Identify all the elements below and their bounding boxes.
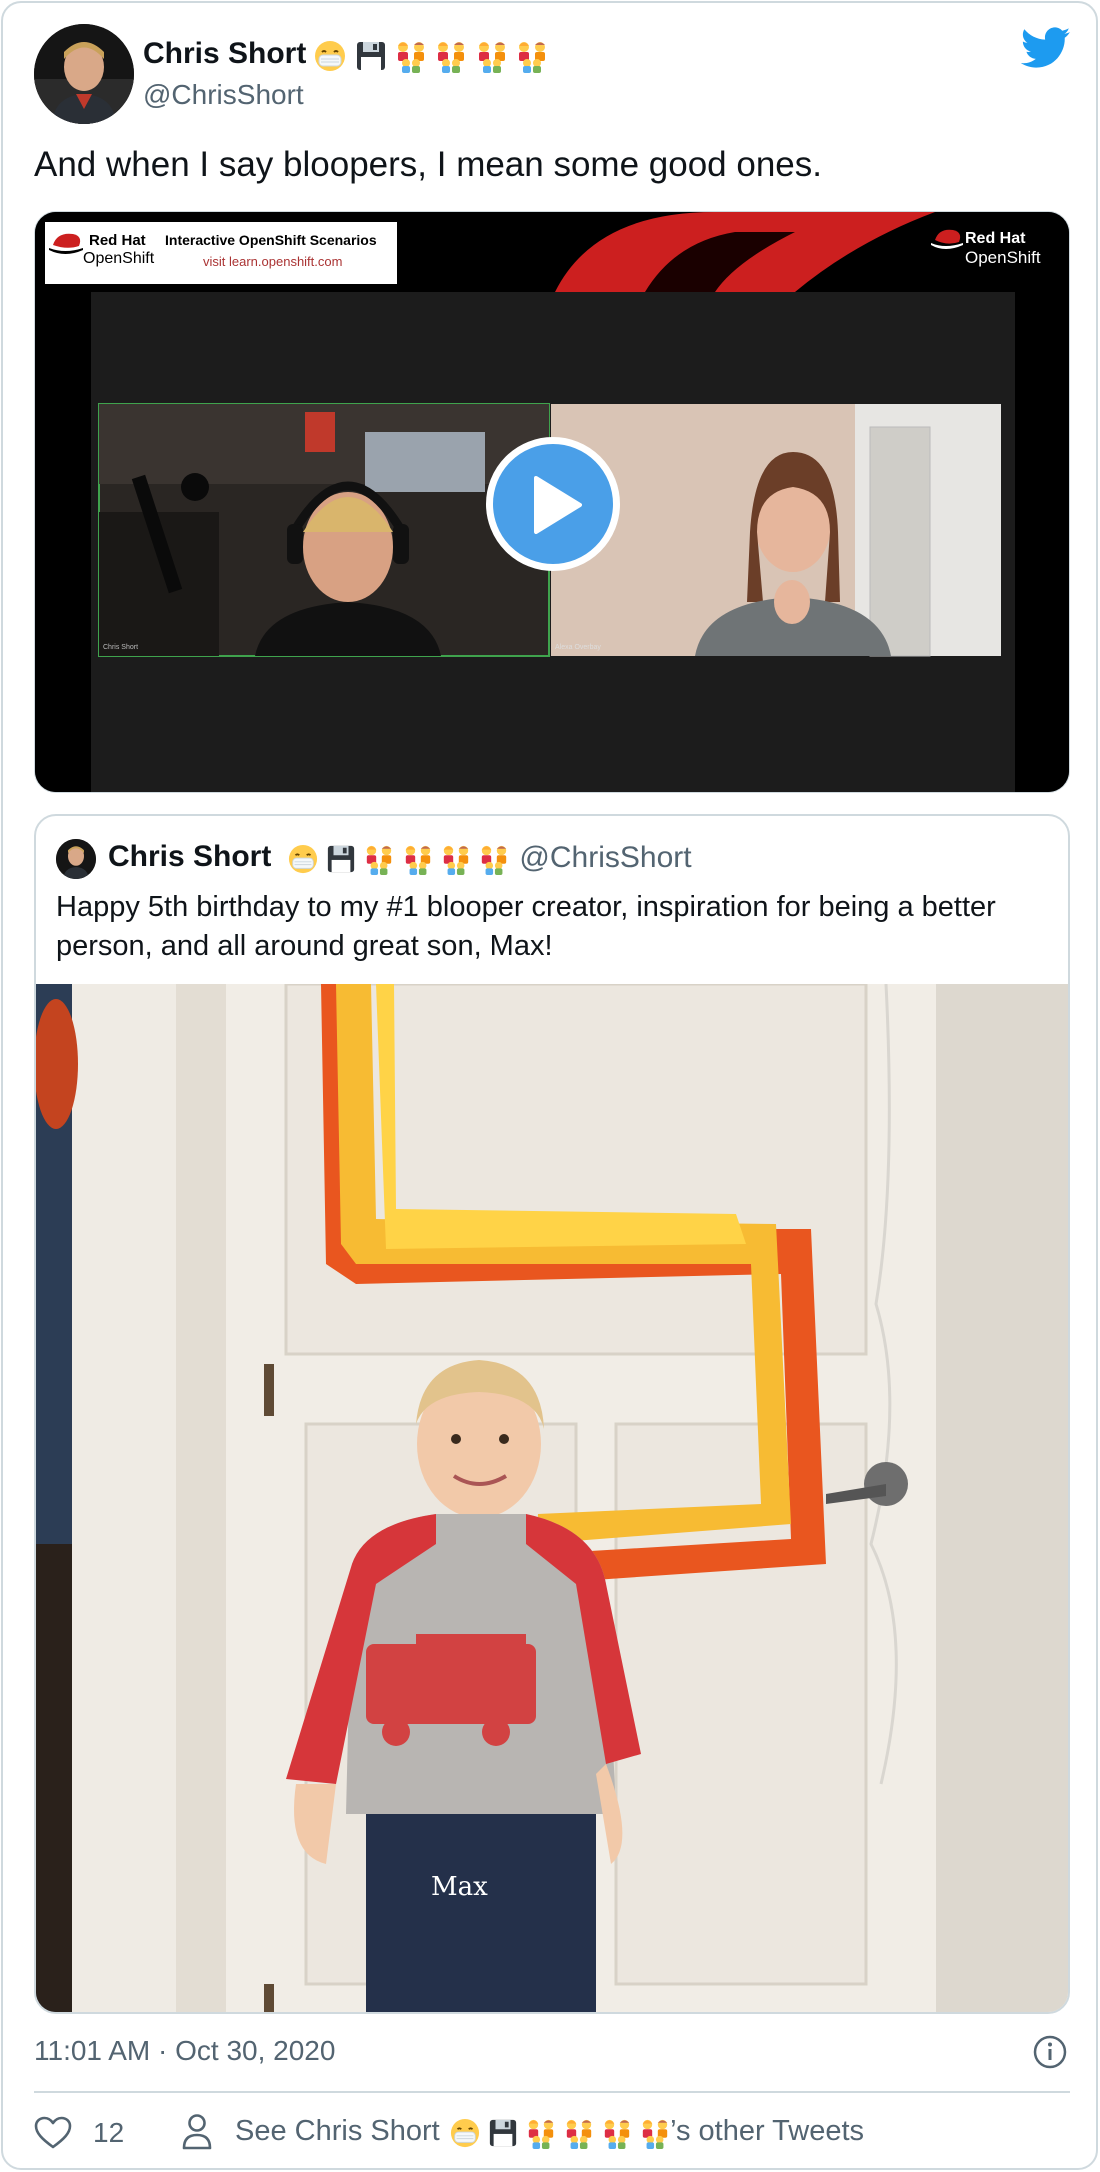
family-emoji-icon: [479, 843, 509, 875]
shirt-text: Max: [431, 1872, 488, 1902]
corner-brand-bottom: OpenShift: [965, 248, 1041, 267]
tweet-text: And when I say bloopers, I mean some goo…: [34, 145, 822, 184]
display-name[interactable]: Chris Short: [143, 37, 548, 73]
name-emoji-row: [314, 38, 548, 73]
family-emoji-icon: [516, 39, 548, 73]
twitter-logo-icon[interactable]: [1021, 27, 1071, 69]
family-emoji-icon: [640, 2117, 670, 2149]
info-icon[interactable]: [1032, 2034, 1068, 2070]
floppy-disk-emoji-icon: [355, 39, 387, 73]
quoted-avatar: [56, 839, 96, 879]
family-emoji-icon: [395, 39, 427, 73]
person-icon[interactable]: [181, 2113, 213, 2151]
play-button[interactable]: [486, 437, 620, 571]
floppy-disk-emoji-icon: [488, 2117, 518, 2149]
family-emoji-icon: [403, 843, 433, 875]
quoted-tweet[interactable]: Chris Short @ChrisShort Happy 5th birthd…: [34, 814, 1070, 2014]
quoted-tweet-text: Happy 5th birthday to my #1 blooper crea…: [56, 891, 996, 962]
right-tile-caption: Alexa Overbay: [555, 644, 601, 651]
like-count[interactable]: 12: [93, 2117, 124, 2149]
mask-emoji-icon: [288, 843, 318, 875]
banner-brand-bottom: OpenShift: [83, 250, 155, 267]
play-icon: [534, 476, 582, 534]
birthday-photo: [36, 984, 1068, 2012]
see-tweets-suffix: ’s other Tweets: [670, 2115, 865, 2147]
heart-icon[interactable]: [34, 2116, 72, 2150]
video-player[interactable]: Red Hat OpenShift Interactive OpenShift …: [34, 211, 1070, 793]
display-name-text: Chris Short: [143, 37, 307, 70]
author-handle[interactable]: @ChrisShort: [143, 79, 304, 111]
banner-subtitle: visit learn.openshift.com: [203, 254, 343, 269]
see-tweets-emoji-row: [450, 2116, 670, 2149]
mask-emoji-icon: [450, 2117, 480, 2149]
see-other-tweets-link[interactable]: See Chris Short ’s other Tweets: [235, 2115, 864, 2149]
family-emoji-icon: [435, 39, 467, 73]
family-emoji-icon: [526, 2117, 556, 2149]
tweet-card[interactable]: Chris Short @ChrisShort And when I say b…: [1, 1, 1098, 2170]
see-tweets-prefix: See Chris Short: [235, 2115, 440, 2147]
family-emoji-icon: [602, 2117, 632, 2149]
family-emoji-icon: [476, 39, 508, 73]
avatar[interactable]: [34, 24, 134, 124]
quoted-handle: @ChrisShort: [519, 841, 692, 875]
left-tile-caption: Chris Short: [103, 644, 139, 651]
timestamp-link[interactable]: 11:01 AM · Oct 30, 2020: [34, 2035, 335, 2067]
banner-title: Interactive OpenShift Scenarios: [165, 232, 377, 248]
footer-divider: [34, 2091, 1070, 2093]
quoted-display-name: Chris Short @ChrisShort: [108, 840, 692, 875]
quoted-emoji-row: [288, 841, 510, 875]
family-emoji-icon: [364, 843, 394, 875]
banner-brand-top: Red Hat: [89, 232, 146, 249]
quoted-photo[interactable]: Max: [36, 984, 1068, 2012]
family-emoji-icon: [564, 2117, 594, 2149]
quoted-name-text: Chris Short: [108, 840, 272, 873]
corner-brand-top: Red Hat: [965, 230, 1026, 247]
mask-emoji-icon: [314, 39, 346, 73]
family-emoji-icon: [441, 843, 471, 875]
floppy-disk-emoji-icon: [326, 843, 356, 875]
